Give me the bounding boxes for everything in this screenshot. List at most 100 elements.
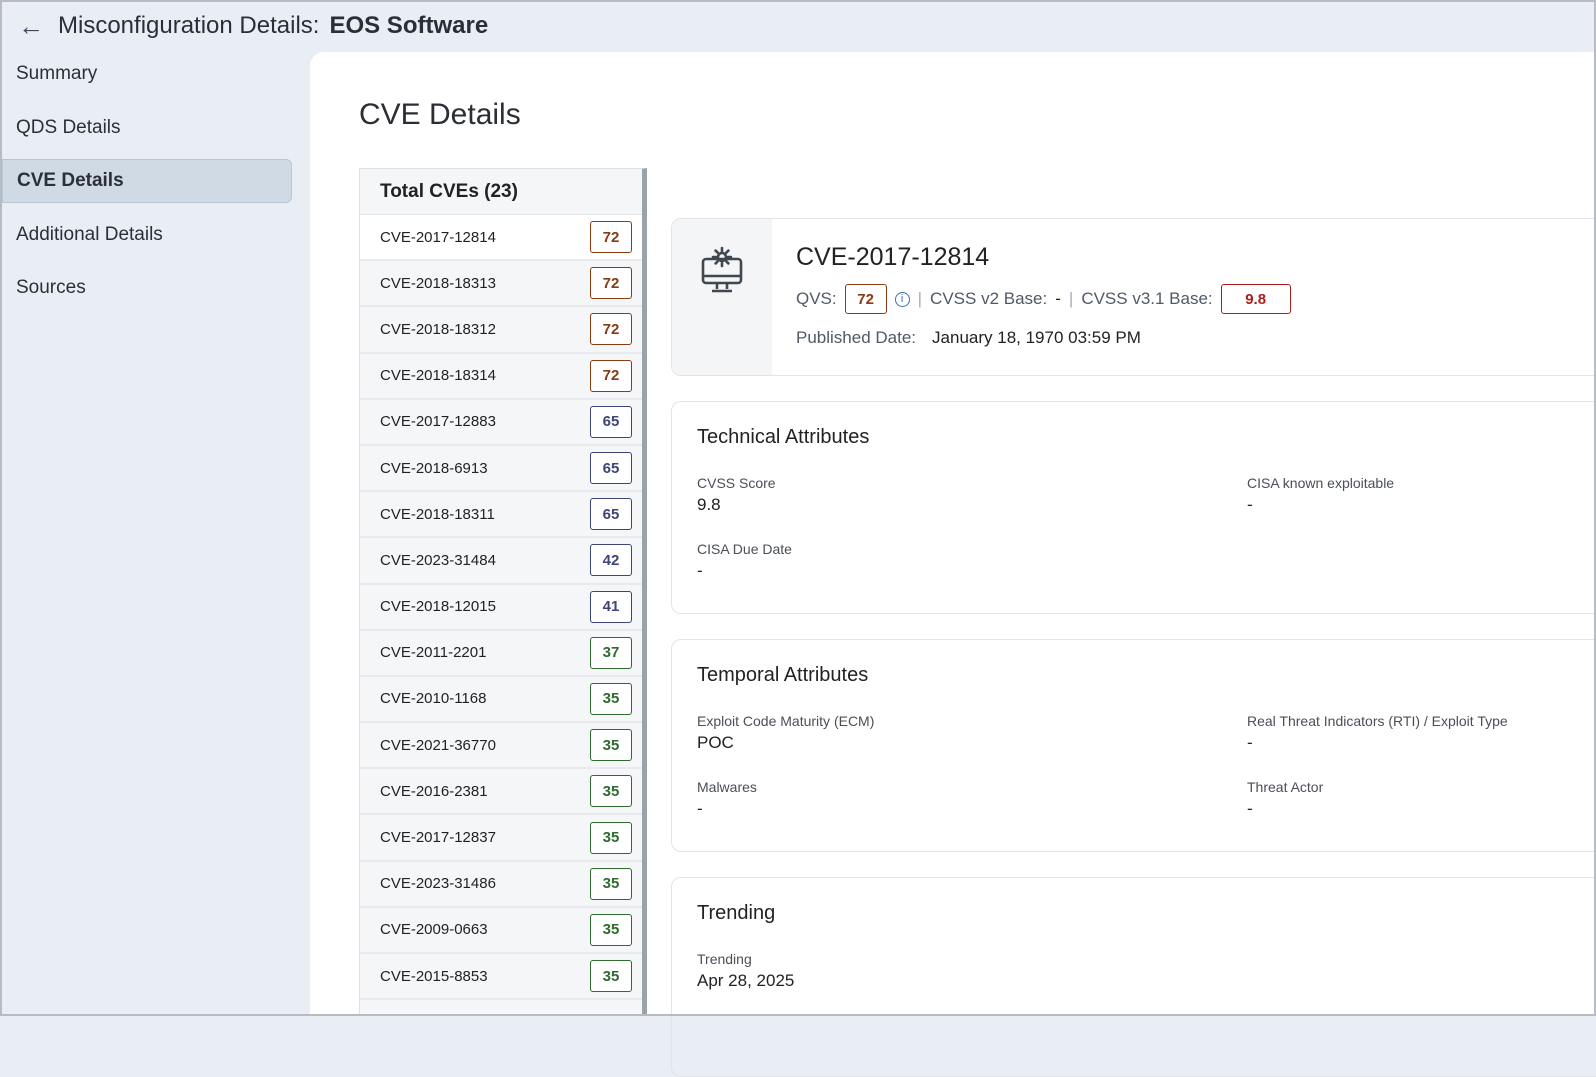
cve-list-item[interactable]: CVE-2017-12837 35 xyxy=(360,815,642,862)
section-title: Trending xyxy=(697,902,776,924)
cve-list-item[interactable]: CVE-2017-12814 72 xyxy=(360,215,642,262)
cve-id: CVE-2010-1168 xyxy=(380,690,487,708)
cve-list-item[interactable]: CVE-2009-0663 35 xyxy=(360,908,642,954)
cve-list-header: Total CVEs (23) xyxy=(360,169,642,215)
qvs-score-badge: 42 xyxy=(590,544,632,577)
attribute-label: Malwares xyxy=(697,779,757,795)
sidebar-item-cve-details[interactable]: CVE Details xyxy=(2,159,292,203)
sidebar-item-summary[interactable]: Summary xyxy=(2,52,292,96)
cve-id: CVE-2009-0663 xyxy=(380,921,488,939)
qvs-score-badge: 41 xyxy=(590,590,632,623)
attribute-field: CVSS Score 9.8 xyxy=(697,475,1247,515)
sidebar: Summary QDS Details CVE Details Additional … xyxy=(2,52,292,320)
attribute-label: CVSS Score xyxy=(697,475,776,491)
page-title: CVE Details xyxy=(359,98,521,131)
attribute-field: Malwares - xyxy=(697,779,1247,819)
arrow-left-icon[interactable]: ← xyxy=(18,11,44,42)
cve-id: CVE-2023-31486 xyxy=(380,875,496,893)
attribute-value: 9.8 xyxy=(697,495,721,514)
attribute-label: CISA known exploitable xyxy=(1247,475,1395,491)
qvs-score-badge: 72 xyxy=(590,359,632,392)
cve-id: CVE-2018-18314 xyxy=(380,367,496,385)
cve-id: CVE-2016-2381 xyxy=(380,782,488,800)
page-header: ← Misconfiguration Details: EOS Software xyxy=(0,0,1596,52)
cvss2-label: CVSS v2 Base: xyxy=(930,289,1048,308)
cve-list-item[interactable]: CVE-2018-18314 72 xyxy=(360,354,642,400)
sidebar-item-sources[interactable]: Sources xyxy=(2,266,292,310)
sidebar-item-qds-details[interactable]: QDS Details xyxy=(2,106,292,150)
attribute-label: Trending xyxy=(697,951,752,967)
attribute-field: Exploit Code Maturity (ECM) POC xyxy=(697,713,1247,753)
cve-id: CVE-2018-6913 xyxy=(380,459,488,477)
cve-id: CVE-2017-12883 xyxy=(380,413,496,431)
temporal-attributes-card: Temporal Attributes Exploit Code Maturity… xyxy=(671,639,1596,852)
qvs-score-badge: 35 xyxy=(590,913,632,946)
qvs-score-badge: 65 xyxy=(590,405,632,438)
cve-list-item[interactable]: CVE-2018-12015 41 xyxy=(360,585,642,631)
cve-id: CVE-2018-12015 xyxy=(380,598,496,616)
attribute-value: Apr 28, 2025 xyxy=(697,971,795,990)
qvs-score-badge: 72 xyxy=(590,313,632,346)
attribute-value: - xyxy=(1247,495,1253,514)
separator: | xyxy=(917,289,923,308)
cve-id: CVE-2021-36770 xyxy=(380,736,496,754)
cve-list-item[interactable]: CVE-2011-2201 37 xyxy=(360,631,642,677)
published-label: Published Date: xyxy=(796,328,917,347)
cve-id: CVE-2018-18311 xyxy=(380,505,495,523)
sidebar-item-additional-details[interactable]: Additional Details xyxy=(2,213,292,257)
qvs-score-badge: 35 xyxy=(590,729,632,762)
info-icon[interactable]: i xyxy=(894,291,910,307)
cvss31-badge: 9.8 xyxy=(1220,284,1291,314)
attribute-field: Trending Apr 28, 2025 xyxy=(697,951,1247,991)
cve-list-item[interactable]: CVE-2016-2381 35 xyxy=(360,769,642,816)
qvs-score-badge: 72 xyxy=(590,267,632,300)
qvs-score-badge: 35 xyxy=(590,821,632,854)
cve-list-item[interactable]: CVE-2010-1168 35 xyxy=(360,677,642,724)
section-title: Technical Attributes xyxy=(697,426,870,448)
cve-id: CVE-2018-18313 xyxy=(380,274,496,292)
technical-attributes-card: Technical Attributes CVSS Score 9.8 CISA kn… xyxy=(671,401,1596,614)
qvs-label: QVS: xyxy=(796,289,837,308)
cve-id: CVE-2015-8853 xyxy=(380,967,488,985)
qvs-badge: 72 xyxy=(844,284,887,314)
cve-list-item[interactable]: CVE-2018-6913 65 xyxy=(360,446,642,493)
attribute-label: Exploit Code Maturity (ECM) xyxy=(697,713,875,729)
qvs-score-badge: 35 xyxy=(590,775,632,808)
cvss31-label: CVSS v3.1 Base: xyxy=(1081,289,1213,308)
attribute-value: - xyxy=(697,561,703,580)
monitor-gear-icon xyxy=(672,219,772,375)
attribute-field: Threat Actor - xyxy=(1247,779,1596,819)
cve-list-item[interactable]: CVE-2018-18311 65 xyxy=(360,492,642,539)
attribute-field: CISA known exploitable - xyxy=(1247,475,1596,515)
separator: | xyxy=(1068,289,1074,308)
attribute-field: Real Threat Indicators (RTI) / Exploit T… xyxy=(1247,713,1596,753)
attribute-label: Real Threat Indicators (RTI) / Exploit T… xyxy=(1247,713,1508,729)
attribute-value: POC xyxy=(697,733,734,752)
qvs-score-badge: 65 xyxy=(590,452,632,485)
cve-list-item[interactable]: CVE-2018-18313 72 xyxy=(360,261,642,308)
cve-list-item[interactable]: CVE-2018-18312 72 xyxy=(360,307,642,354)
qvs-score-badge: 65 xyxy=(590,498,632,531)
attribute-value: - xyxy=(1247,733,1253,752)
cve-list-item[interactable]: CVE-2023-31484 42 xyxy=(360,538,642,585)
trending-card: Trending Trending Apr 28, 2025 xyxy=(671,877,1596,1077)
cve-list[interactable]: Total CVEs (23) CVE-2017-12814 72 CVE-2018… xyxy=(359,168,647,1016)
header-subject: EOS Software xyxy=(329,12,489,39)
cve-list-item[interactable]: CVE-2021-36770 35 xyxy=(360,723,642,770)
attribute-label: Threat Actor xyxy=(1247,779,1324,795)
qvs-score-badge: 35 xyxy=(590,867,632,900)
header-title-label: Misconfiguration Details: xyxy=(58,12,320,39)
cve-list-item[interactable]: CVE-2015-8853 35 xyxy=(360,954,642,1001)
attribute-label: CISA Due Date xyxy=(697,541,792,557)
cve-list-item[interactable]: CVE-2017-12883 65 xyxy=(360,400,642,446)
cve-list-item[interactable]: CVE-2023-31486 35 xyxy=(360,862,642,908)
cve-id: CVE-2018-18312 xyxy=(380,320,496,338)
cve-id: CVE-2011-2201 xyxy=(380,644,487,662)
attribute-value: - xyxy=(1247,799,1253,818)
published-date: January 18, 1970 03:59 PM xyxy=(932,328,1141,347)
cve-id-title: CVE-2017-12814 xyxy=(796,243,990,271)
page-header-title: Misconfiguration Details: EOS Software xyxy=(58,12,488,40)
cve-id: CVE-2017-12837 xyxy=(380,829,496,847)
section-title: Temporal Attributes xyxy=(697,664,869,686)
qvs-score-badge: 72 xyxy=(590,221,632,254)
